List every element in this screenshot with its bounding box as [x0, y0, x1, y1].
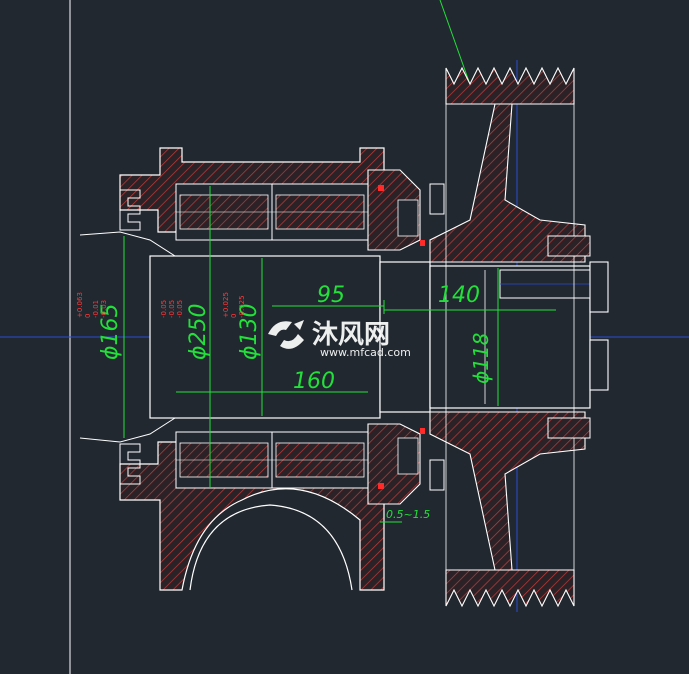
- dim-gap: 0.5~1.5: [386, 508, 430, 521]
- tol-250-0: -0.05: [160, 300, 168, 318]
- tol-165-0: +0.063: [76, 292, 84, 318]
- dim-d250: ϕ250: [186, 303, 211, 360]
- housing-bottom: [79, 417, 401, 591]
- cad-drawing-canvas: ϕ165 ϕ250 ϕ130 ϕ118 95 140 160 0.5~1.5 +…: [0, 0, 689, 674]
- tol-250-1: -0.05: [168, 300, 176, 318]
- dim-d118: ϕ118: [469, 333, 493, 384]
- leader-line: [439, 0, 473, 91]
- dim-len140: 140: [438, 283, 480, 308]
- dim-len160: 160: [293, 369, 335, 394]
- tol-130-2: -0.025: [238, 295, 246, 318]
- tol-130-1: 0: [230, 314, 238, 318]
- tol-250-2: -0.05: [176, 300, 184, 318]
- dim-len95: 95: [317, 283, 345, 308]
- tol-130-0: +0.025: [222, 292, 230, 318]
- tolerance-d250: -0.05 -0.05 -0.05: [160, 300, 184, 318]
- tol-165-2: -0.01: [92, 300, 100, 318]
- tol-165-1: 0: [84, 314, 92, 318]
- housing-top: [79, 147, 401, 257]
- watermark-url: www.mfcad.com: [320, 346, 411, 359]
- tol-165-3: -0.03: [100, 300, 108, 318]
- tolerance-d165: +0.063 0 -0.01 -0.03: [76, 292, 108, 318]
